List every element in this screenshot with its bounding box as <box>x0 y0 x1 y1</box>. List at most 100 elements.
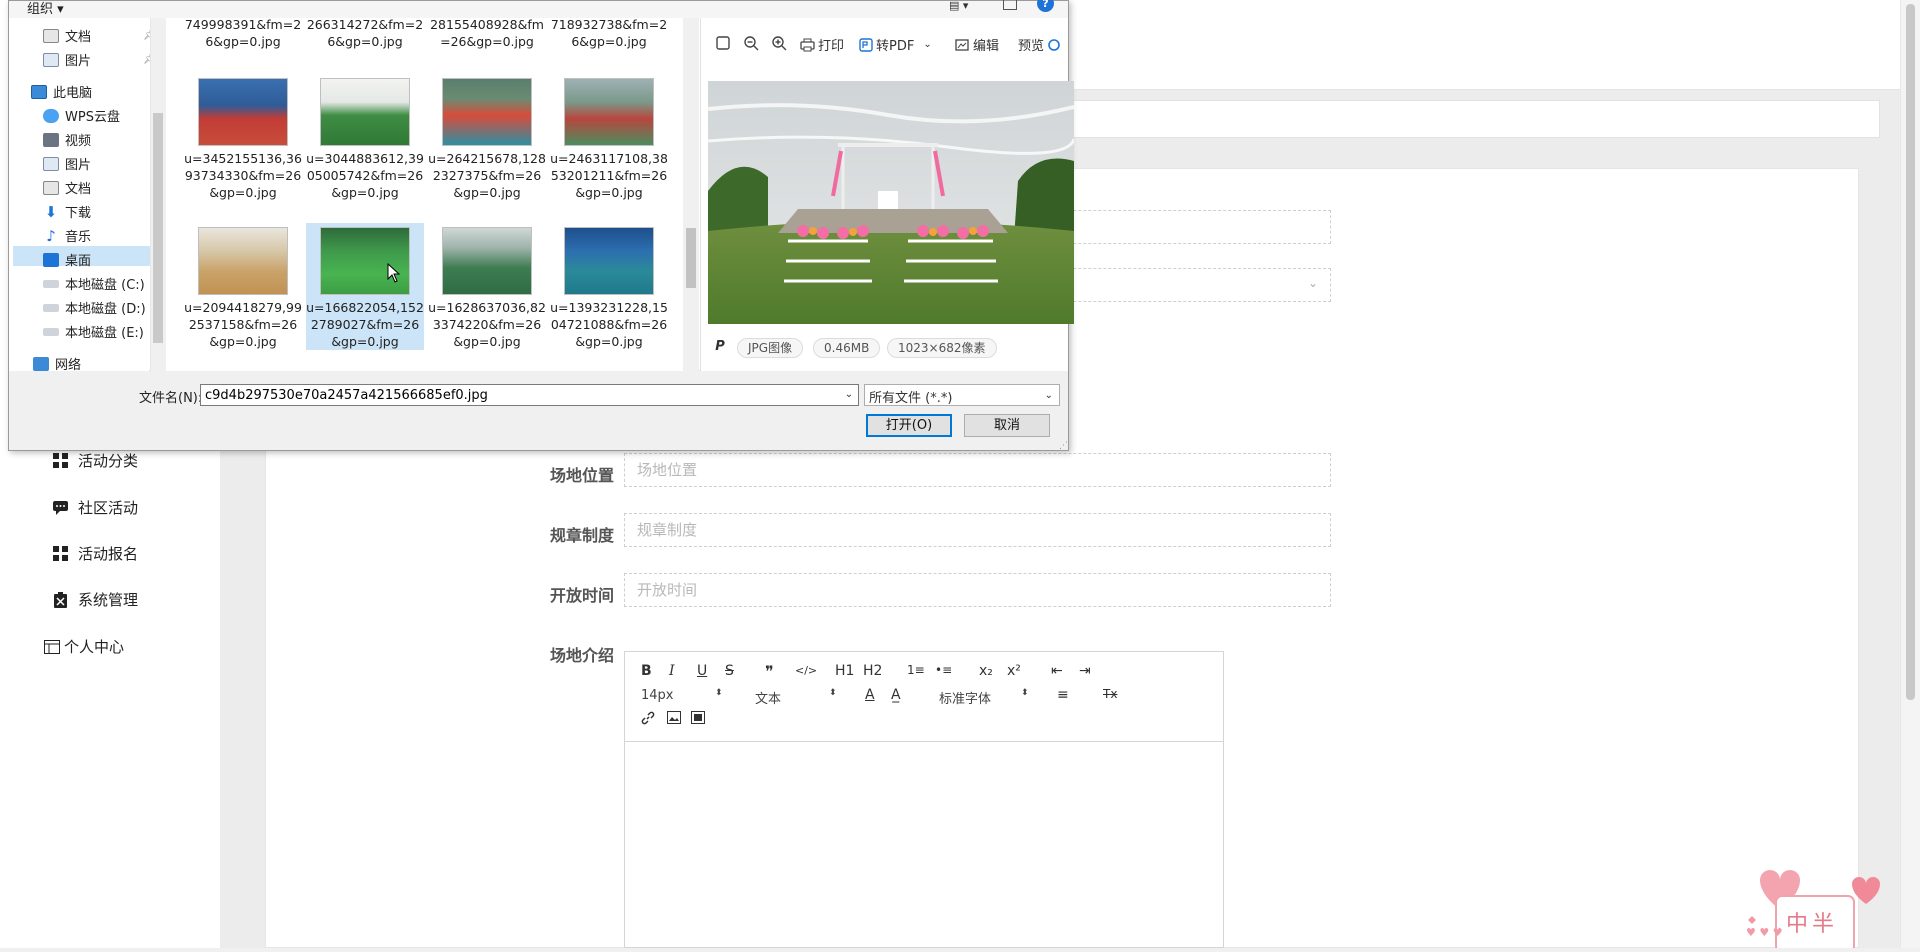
font-color-button[interactable]: A <box>865 687 875 703</box>
text-style-select[interactable]: 文本 <box>755 688 781 707</box>
tree-item-downloads[interactable]: ⬇ 下载 <box>43 202 91 222</box>
file-grid: 749998391&fm=26&gp=0.jpg 266314272&fm=26… <box>166 18 686 371</box>
file-grid-scrollbar-thumb[interactable] <box>686 228 696 288</box>
rules-input[interactable] <box>624 513 1331 547</box>
clear-format-button[interactable]: Tx <box>1103 687 1117 701</box>
picture-folder-icon <box>43 156 59 171</box>
grid-icon <box>52 452 68 469</box>
tree-item-music[interactable]: ♪ 音乐 <box>43 226 91 246</box>
bold-button[interactable]: B <box>641 663 652 679</box>
sidebar-item-activity-signup[interactable]: 活动报名 <box>52 543 138 564</box>
preview-label: 预览 <box>1018 39 1045 54</box>
underline-button[interactable]: U <box>697 663 707 679</box>
font-size-select[interactable]: 14px <box>641 688 674 703</box>
sidebar-item-community-activity[interactable]: 社区活动 <box>52 497 138 518</box>
organize-menu[interactable]: 组织 ▾ <box>27 0 64 17</box>
sidebar-item-activity-category[interactable]: 活动分类 <box>52 450 138 471</box>
file-item[interactable]: u=2463117108,3853201211&fm=26&gp=0.jpg <box>550 78 668 201</box>
tree-item-this-pc[interactable]: 此电脑 <box>31 82 92 101</box>
zoom-out-icon[interactable] <box>743 35 759 51</box>
indent-button[interactable]: ⇥ <box>1079 663 1091 679</box>
outdent-button[interactable]: ⇤ <box>1051 663 1063 679</box>
print-button[interactable]: 打印 <box>800 35 844 54</box>
intro-label: 场地介绍 <box>550 646 615 665</box>
subscript-button[interactable]: x₂ <box>979 663 993 679</box>
tree-item-pictures[interactable]: 图片 <box>43 154 91 173</box>
file-item[interactable]: u=1628637036,823374220&fm=26&gp=0.jpg <box>428 227 546 350</box>
file-item[interactable]: u=1393231228,1504721088&fm=26&gp=0.jpg <box>550 227 668 350</box>
open-button[interactable]: 打开(O) <box>866 414 952 437</box>
image-icon[interactable] <box>667 711 681 728</box>
ordered-list-button[interactable]: 1≡ <box>907 663 925 677</box>
tree-item-documents[interactable]: 文档 <box>43 178 91 197</box>
file-item-selected[interactable]: u=166822054,1522789027&fm=26&gp=0.jpg <box>306 223 424 350</box>
window-icon <box>44 639 60 655</box>
sidebar-item-system-management[interactable]: 系统管理 <box>52 589 138 610</box>
document-icon <box>43 28 59 43</box>
file-name: 749998391&fm=26&gp=0.jpg <box>184 18 302 49</box>
font-family-select[interactable]: 标准字体 <box>939 688 991 707</box>
mouse-cursor-icon <box>387 263 401 283</box>
picture-folder-icon <box>43 52 59 67</box>
to-pdf-button[interactable]: 转PDF ⌄ <box>859 35 932 54</box>
tree-scrollbar-thumb[interactable] <box>153 113 163 343</box>
printer-icon <box>800 38 815 51</box>
superscript-button[interactable]: x² <box>1007 663 1021 679</box>
preview-pane-icon[interactable] <box>1003 0 1017 10</box>
file-item[interactable]: 718932738&fm=26&gp=0.jpg <box>550 18 668 50</box>
resize-grip-icon[interactable]: ⋰ <box>1059 441 1068 451</box>
tree-item-drive-e[interactable]: 本地磁盘 (E:) <box>43 322 144 341</box>
chevron-down-icon[interactable]: ⌄ <box>839 384 859 406</box>
hours-input[interactable] <box>624 573 1331 607</box>
preview-button[interactable]: 预览 <box>1018 35 1061 54</box>
tree-item-drive-d[interactable]: 本地磁盘 (D:) <box>43 298 146 317</box>
file-name: 28155408928&fm=26&gp=0.jpg <box>430 18 544 49</box>
code-button[interactable]: </> <box>795 664 817 677</box>
tree-item-videos[interactable]: 视频 <box>43 130 91 149</box>
background-color-button[interactable]: A̲ <box>891 687 901 703</box>
tree-item-label: 桌面 <box>65 254 92 269</box>
tree-item-wps-cloud[interactable]: WPS云盘 <box>43 106 120 125</box>
chevron-updown-icon: ⬍ <box>715 688 723 698</box>
strike-button[interactable]: S <box>725 663 734 679</box>
file-item[interactable]: 28155408928&fm=26&gp=0.jpg <box>428 18 546 50</box>
link-icon[interactable] <box>641 711 655 729</box>
h2-button[interactable]: H2 <box>863 663 882 679</box>
italic-button[interactable]: I <box>669 663 675 679</box>
blockquote-button[interactable]: ❞ <box>765 662 774 681</box>
tree-item-network[interactable]: 网络 <box>33 354 81 373</box>
location-input[interactable] <box>624 453 1331 487</box>
tree-item-drive-c[interactable]: 本地磁盘 (C:) <box>43 274 145 293</box>
align-button[interactable]: ≡ <box>1057 687 1069 703</box>
bullet-list-button[interactable]: •≡ <box>935 663 952 677</box>
preview-metadata: P JPG图像 0.46MB 1023×682像素 <box>701 338 1069 360</box>
h1-button[interactable]: H1 <box>835 663 854 679</box>
chevron-down-icon: ⌄ <box>1307 276 1318 290</box>
file-item[interactable]: 749998391&fm=26&gp=0.jpg <box>184 18 302 50</box>
file-type-select[interactable]: 所有文件 (*.*) ⌄ <box>864 384 1060 406</box>
edit-button[interactable]: 编辑 <box>955 35 999 54</box>
file-item[interactable]: u=3044883612,3905005742&fm=26&gp=0.jpg <box>306 78 424 201</box>
to-pdf-label: 转PDF <box>876 39 915 54</box>
file-item[interactable]: u=3452155136,3693734330&fm=26&gp=0.jpg <box>184 78 302 201</box>
cancel-button[interactable]: 取消 <box>964 414 1050 437</box>
document-icon <box>43 180 59 195</box>
page-scrollbar-thumb[interactable] <box>1906 4 1915 700</box>
help-icon[interactable]: ? <box>1037 0 1054 12</box>
file-item[interactable]: u=264215678,1282327375&fm=26&gp=0.jpg <box>428 78 546 201</box>
file-name: u=3452155136,3693734330&fm=26&gp=0.jpg <box>184 151 302 200</box>
video-icon[interactable] <box>691 711 705 728</box>
sidebar-item-personal-center[interactable]: 个人中心 <box>44 636 124 657</box>
tree-item-documents-pinned[interactable]: 文档 📌︎ <box>43 26 156 45</box>
grid-icon <box>52 545 68 562</box>
drive-icon <box>43 279 59 288</box>
tree-item-desktop[interactable]: 桌面 <box>43 250 91 269</box>
file-item[interactable]: u=2094418279,992537158&fm=26&gp=0.jpg <box>184 227 302 350</box>
tree-item-pictures-pinned[interactable]: 图片 📌︎ <box>43 50 156 69</box>
file-grid-scrollbar[interactable] <box>683 18 699 371</box>
file-item[interactable]: 266314272&fm=26&gp=0.jpg <box>306 18 424 50</box>
fit-screen-icon[interactable] <box>715 35 731 51</box>
view-menu-icon[interactable]: ▤ ▾ <box>949 0 968 12</box>
zoom-in-icon[interactable] <box>771 35 787 51</box>
filename-input[interactable] <box>200 384 859 406</box>
